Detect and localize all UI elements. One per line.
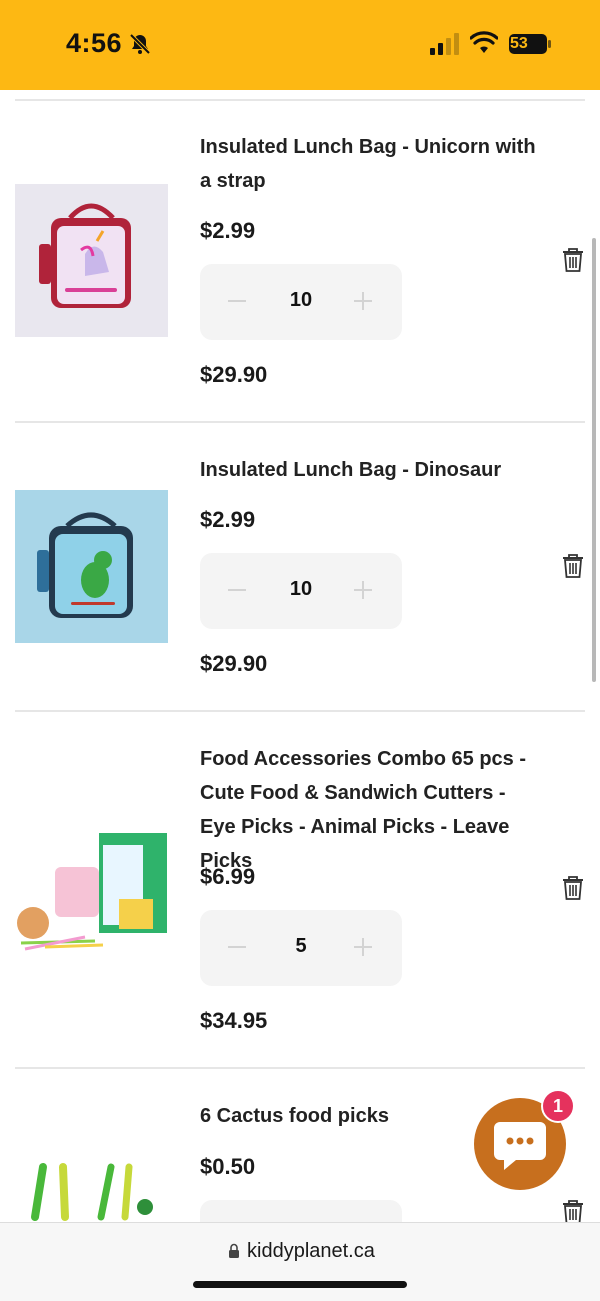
divider [15, 1067, 585, 1069]
status-bar: 4:56 53 [0, 0, 600, 90]
decrease-quantity-button[interactable] [228, 581, 246, 599]
divider [15, 710, 585, 712]
wifi-icon [470, 31, 498, 53]
increase-quantity-button[interactable] [354, 938, 372, 956]
url-text[interactable]: kiddyplanet.ca [247, 1240, 375, 1263]
trash-icon[interactable] [562, 876, 584, 900]
item-title[interactable]: Insulated Lunch Bag - Dinosaur [200, 453, 540, 487]
item-title[interactable]: Food Accessories Combo 65 pcs - Cute Foo… [200, 742, 540, 878]
battery-level: 53 [510, 35, 528, 52]
decrease-quantity-button[interactable] [228, 292, 246, 310]
home-indicator[interactable] [193, 1281, 407, 1288]
browser-url-bar[interactable]: kiddyplanet.ca [0, 1222, 600, 1301]
chat-bubble-icon [494, 1122, 546, 1170]
divider [15, 421, 585, 423]
trash-icon[interactable] [562, 554, 584, 578]
trash-icon[interactable] [562, 1200, 584, 1222]
unit-price: $6.99 [200, 864, 256, 889]
unit-price: $2.99 [200, 218, 256, 243]
quantity-stepper: 5 [200, 910, 402, 986]
bell-muted-icon [129, 33, 151, 55]
lock-icon [229, 1243, 239, 1258]
quantity-stepper: 10 [200, 553, 402, 629]
quantity-value[interactable]: 5 [260, 935, 342, 958]
cart-list[interactable]: Insulated Lunch Bag - Unicorn with a str… [0, 90, 600, 1222]
unicorn-lunch-bag-image [15, 184, 168, 337]
quantity-stepper [200, 1200, 402, 1222]
quantity-stepper: 10 [200, 264, 402, 340]
increase-quantity-button[interactable] [354, 292, 372, 310]
status-time: 4:56 [66, 28, 123, 58]
quantity-value[interactable]: 10 [260, 578, 342, 601]
line-total: $29.90 [200, 651, 268, 676]
cactus-food-picks-image [15, 1137, 168, 1222]
unit-price: $2.99 [200, 507, 256, 532]
dinosaur-lunch-bag-image [15, 490, 168, 643]
item-title[interactable]: Insulated Lunch Bag - Unicorn with a str… [200, 130, 540, 198]
quantity-value[interactable]: 10 [260, 289, 342, 312]
decrease-quantity-button[interactable] [228, 938, 246, 956]
divider [15, 99, 585, 101]
chat-notification-badge: 1 [541, 1089, 575, 1123]
line-total: $34.95 [200, 1008, 268, 1033]
unit-price: $0.50 [200, 1154, 256, 1179]
cellular-signal-icon [430, 33, 459, 55]
food-accessories-combo-image [15, 823, 168, 976]
line-total: $29.90 [200, 362, 268, 387]
increase-quantity-button[interactable] [354, 581, 372, 599]
scrollbar[interactable] [592, 238, 596, 682]
trash-icon[interactable] [562, 248, 584, 272]
